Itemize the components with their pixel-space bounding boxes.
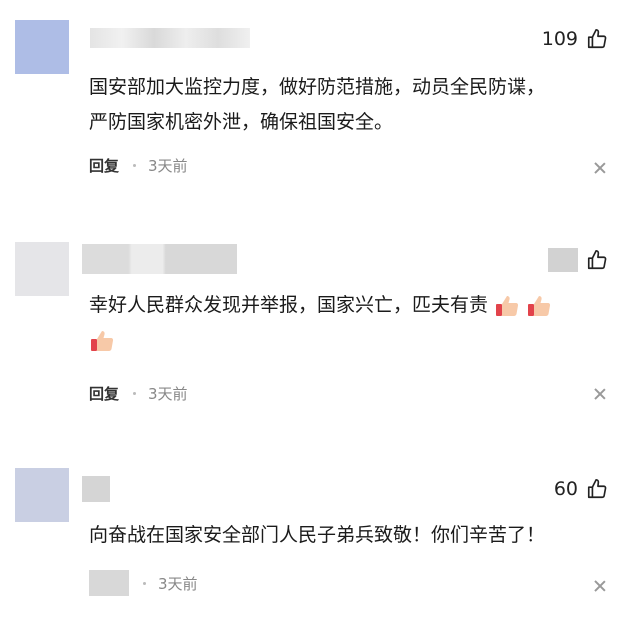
comment-item: 60 向奋战在国家安全部门人民子弟兵致敬！你们辛苦了！ 3天前 [0,460,640,622]
separator-dot [133,164,137,167]
close-icon[interactable] [594,580,606,592]
close-icon[interactable] [594,388,606,400]
thumbs-up-emoji-icon [494,293,520,319]
avatar[interactable] [15,20,69,74]
like-button[interactable]: 109 [542,28,608,50]
comment-item: 幸好人民群众发现并举报，国家兴亡，匹夫有责 回复 3天前 [0,230,640,430]
reply-button[interactable]: 回复 [89,383,119,404]
comment-item: 109 国安部加大监控力度，做好防范措施，动员全民防谍， 严防国家机密外泄，确保… [0,0,640,210]
avatar[interactable] [15,242,69,296]
close-icon[interactable] [594,162,606,174]
thumbs-up-outline-icon [587,479,607,499]
reply-button[interactable]: 回复 [89,155,119,176]
avatar[interactable] [15,468,69,522]
comment-text-content: 幸好人民群众发现并举报，国家兴亡，匹夫有责 [89,294,489,316]
timestamp: 3天前 [148,157,188,175]
username-blurred[interactable] [82,476,110,502]
comment-text-line: 严防国家机密外泄，确保祖国安全。 [89,111,394,133]
separator-dot [143,581,146,585]
comment-text-line [89,323,552,358]
comment-meta: 3天前 [89,570,198,596]
comment-text-line: 向奋战在国家安全部门人民子弟兵致敬！你们辛苦了！ [89,524,546,546]
comment-text: 国安部加大监控力度，做好防范措施，动员全民防谍， 严防国家机密外泄，确保祖国安全… [89,70,545,140]
separator-dot [133,392,137,395]
username-blurred[interactable] [90,28,250,48]
username-blurred[interactable] [82,244,237,274]
like-button[interactable]: 60 [554,478,608,500]
comment-text-line: 国安部加大监控力度，做好防范措施，动员全民防谍， [89,76,546,98]
timestamp: 3天前 [158,574,198,593]
thumbs-up-outline-icon [587,250,607,270]
like-count: 60 [553,478,578,500]
comment-text-line: 幸好人民群众发现并举报，国家兴亡，匹夫有责 [89,288,552,323]
comment-text: 向奋战在国家安全部门人民子弟兵致敬！你们辛苦了！ [89,518,545,553]
thumbs-up-outline-icon [587,29,607,49]
reply-button-blurred[interactable] [89,570,129,596]
like-button[interactable] [548,248,608,272]
timestamp: 3天前 [148,385,188,403]
comment-text: 幸好人民群众发现并举报，国家兴亡，匹夫有责 [89,288,552,358]
thumbs-up-emoji-icon [526,293,552,319]
thumbs-up-emoji-icon [89,328,115,354]
like-count-blurred [548,248,578,272]
comment-meta: 回复 3天前 [89,155,188,176]
like-count: 109 [541,28,578,50]
comment-meta: 回复 3天前 [89,383,188,404]
